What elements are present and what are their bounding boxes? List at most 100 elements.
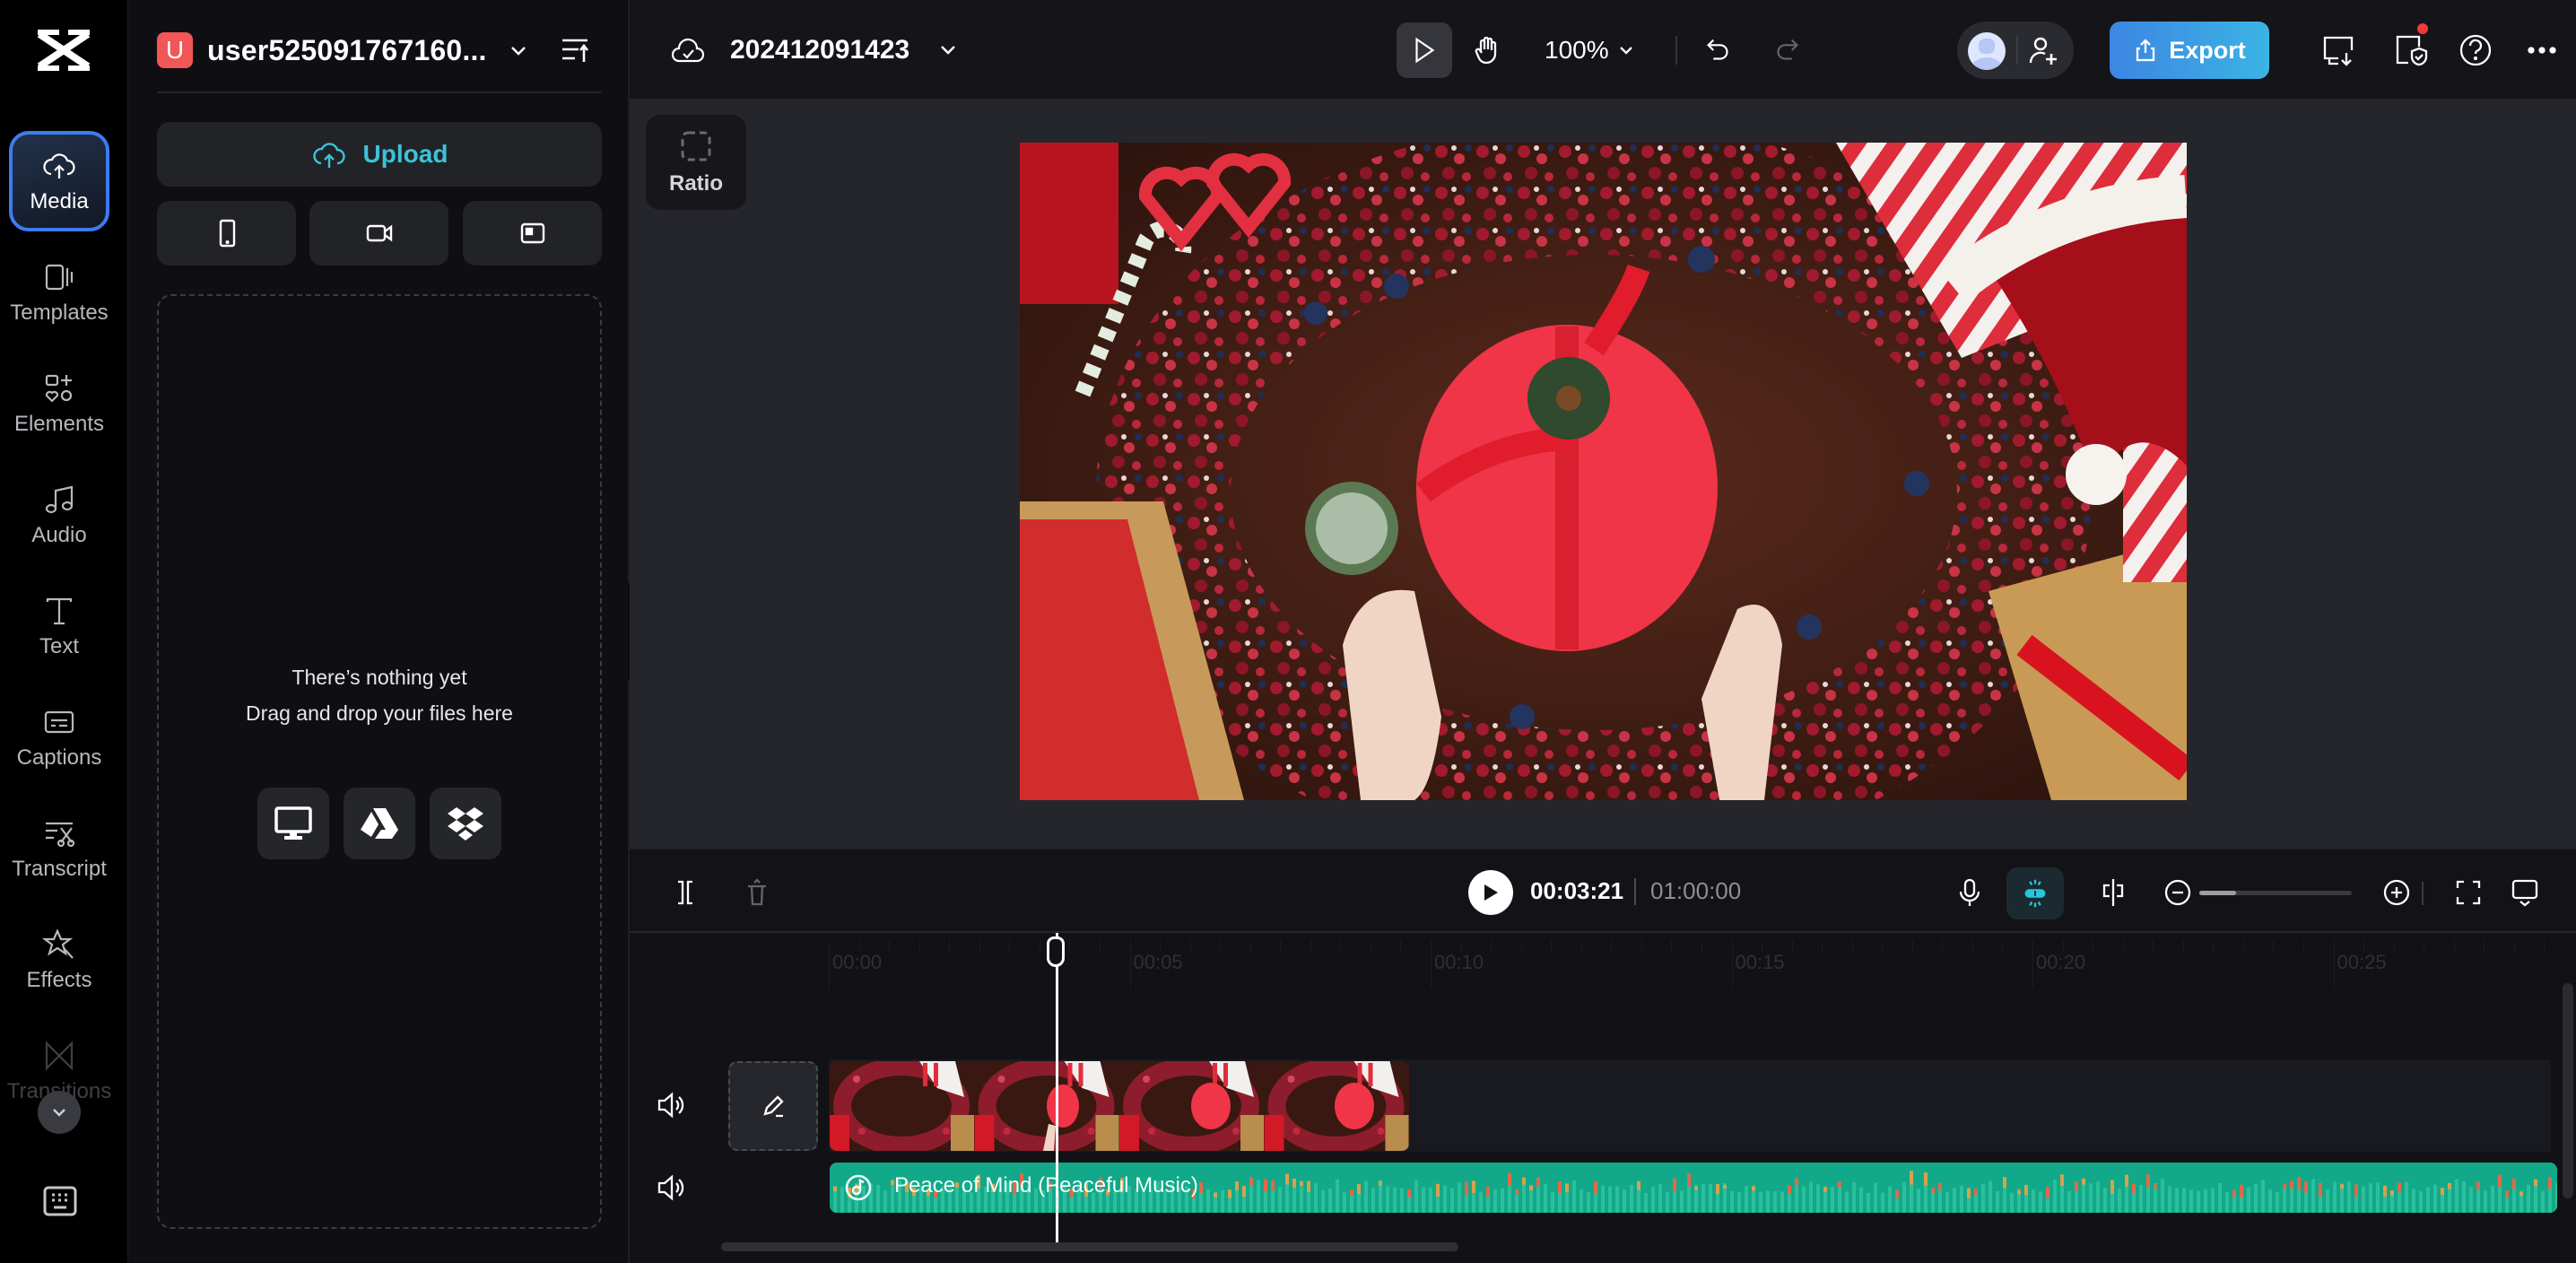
keyboard-shortcuts-button[interactable] bbox=[43, 1186, 77, 1216]
more-tools-button[interactable] bbox=[38, 1091, 81, 1134]
volume-icon bbox=[657, 1092, 684, 1119]
ruler-major-tick bbox=[829, 940, 830, 989]
timeline-horizontal-scrollbar[interactable] bbox=[721, 1242, 1458, 1251]
redo-icon bbox=[1777, 39, 1798, 60]
capcut-logo-icon[interactable] bbox=[34, 29, 93, 72]
record-voiceover-button[interactable] bbox=[1952, 875, 1988, 910]
waveform-peak bbox=[2240, 1184, 2243, 1198]
preview-settings-button[interactable] bbox=[2507, 875, 2543, 910]
divider bbox=[2016, 36, 2018, 65]
help-button[interactable] bbox=[2456, 30, 2495, 70]
ruler-minor-tick bbox=[1851, 940, 1853, 951]
undo-button[interactable] bbox=[1699, 30, 1738, 70]
project-title-area[interactable]: 202412091423 bbox=[671, 32, 960, 68]
sort-button[interactable] bbox=[559, 34, 591, 66]
rail-item-templates[interactable]: Templates bbox=[9, 242, 109, 343]
rail-item-media[interactable]: Media bbox=[9, 131, 109, 231]
waveform-peak bbox=[2512, 1178, 2516, 1189]
fullscreen-button[interactable] bbox=[2450, 875, 2486, 910]
waveform-bar bbox=[1336, 1179, 1339, 1213]
rail-item-label: Elements bbox=[13, 412, 105, 436]
waveform-peak bbox=[1199, 1181, 1203, 1194]
more-options-button[interactable] bbox=[2522, 30, 2562, 70]
user-avatar[interactable] bbox=[1968, 32, 2006, 70]
zoom-in-button[interactable] bbox=[2379, 875, 2415, 910]
delete-button[interactable] bbox=[739, 875, 775, 910]
mute-video-track-button[interactable] bbox=[655, 1089, 687, 1121]
waveform-bar bbox=[2491, 1185, 2494, 1213]
select-tool-button[interactable] bbox=[1397, 22, 1452, 78]
waveform-bar bbox=[1730, 1191, 1734, 1213]
import-from-google-drive-button[interactable] bbox=[344, 788, 415, 859]
file-dropzone[interactable]: There’s nothing yet Drag and drop your f… bbox=[157, 294, 602, 1229]
zoom-level-dropdown[interactable]: 100% bbox=[1545, 30, 1636, 70]
hand-tool-button[interactable] bbox=[1459, 22, 1515, 78]
waveform-peak bbox=[1788, 1185, 1791, 1195]
rail-item-audio[interactable]: Audio bbox=[9, 465, 109, 565]
waveform-peak bbox=[1292, 1178, 1296, 1188]
waveform-peak bbox=[2398, 1182, 2401, 1193]
redo-button[interactable] bbox=[1767, 30, 1806, 70]
waveform-bar bbox=[1572, 1180, 1576, 1213]
rail-item-elements[interactable]: Elements bbox=[9, 353, 109, 454]
waveform-peak bbox=[1486, 1186, 1490, 1197]
video-preview[interactable] bbox=[1020, 143, 2187, 800]
video-camera-icon bbox=[366, 224, 392, 242]
waveform-bar bbox=[883, 1190, 887, 1213]
rail-item-text[interactable]: Text bbox=[9, 576, 109, 676]
divider bbox=[157, 91, 602, 93]
edit-cover-button[interactable] bbox=[728, 1061, 818, 1151]
waveform-bar bbox=[2039, 1191, 2042, 1213]
waveform-bar bbox=[1759, 1191, 1762, 1213]
timeline-ruler[interactable]: 00:00 00:05 00:10 00:15 00:20 00:25 bbox=[630, 933, 2576, 997]
audio-clip[interactable]: Peace of Mind (Peaceful Music) bbox=[830, 1163, 2557, 1213]
project-name[interactable]: 202412091423 bbox=[730, 35, 909, 65]
timeline-vertical-scrollbar[interactable] bbox=[2563, 983, 2573, 1198]
waveform-bar bbox=[1393, 1187, 1397, 1213]
zoom-slider-fill bbox=[2199, 891, 2236, 895]
zoom-out-button[interactable] bbox=[2160, 875, 2196, 910]
ruler-minor-tick bbox=[918, 940, 920, 951]
mute-audio-track-button[interactable] bbox=[655, 1172, 687, 1204]
record-screen-button[interactable] bbox=[463, 201, 602, 266]
waveform-peak bbox=[1515, 1189, 1519, 1195]
rail-item-transcript[interactable]: Transcript bbox=[9, 798, 109, 899]
ruler-major-tick bbox=[2032, 940, 2033, 989]
waveform-bar bbox=[2103, 1187, 2107, 1213]
ruler-label: 00:05 bbox=[1133, 951, 1183, 973]
upload-button[interactable]: Upload bbox=[157, 122, 602, 187]
aspect-ratio-button[interactable]: Ratio bbox=[646, 115, 746, 210]
video-clip[interactable] bbox=[830, 1061, 1409, 1151]
invite-collaborator-button[interactable] bbox=[2027, 34, 2059, 66]
waveform-bar bbox=[1666, 1191, 1669, 1213]
split-button[interactable] bbox=[667, 875, 703, 910]
rail-item-effects[interactable]: Effects bbox=[9, 910, 109, 1010]
timeline-zoom-slider[interactable] bbox=[2199, 891, 2352, 895]
playhead-handle[interactable] bbox=[1047, 936, 1066, 967]
play-button[interactable] bbox=[1468, 870, 1513, 915]
waveform-bar bbox=[1859, 1187, 1863, 1213]
auto-snap-toggle[interactable] bbox=[2006, 867, 2064, 919]
import-from-dropbox-button[interactable] bbox=[430, 788, 501, 859]
microphone-icon bbox=[1959, 878, 1980, 906]
waveform-bar bbox=[2067, 1190, 2071, 1213]
timeline[interactable]: 00:00 00:05 00:10 00:15 00:20 00:25 Peac… bbox=[630, 933, 2576, 1263]
record-video-button[interactable] bbox=[309, 201, 448, 266]
waveform-bar bbox=[1917, 1189, 1920, 1213]
account-avatar: U bbox=[157, 32, 193, 68]
upload-from-phone-button[interactable] bbox=[157, 201, 296, 266]
account-dropdown-button[interactable] bbox=[505, 38, 532, 65]
waveform-peak bbox=[2110, 1180, 2114, 1195]
import-from-computer-button[interactable] bbox=[257, 788, 329, 859]
link-tracks-button[interactable] bbox=[2095, 875, 2131, 910]
ruler-minor-tick bbox=[2363, 940, 2365, 951]
ruler-minor-tick bbox=[2002, 940, 2004, 951]
rail-item-captions[interactable]: Captions bbox=[9, 687, 109, 788]
waveform-peak bbox=[1522, 1177, 1526, 1185]
present-download-button[interactable] bbox=[2319, 30, 2358, 70]
export-button[interactable]: Export bbox=[2110, 22, 2269, 79]
ruler-minor-tick bbox=[949, 940, 951, 951]
captions-icon bbox=[44, 710, 74, 734]
security-check-button[interactable] bbox=[2390, 23, 2430, 70]
account-switcher[interactable]: U user525091767160... bbox=[157, 30, 487, 70]
